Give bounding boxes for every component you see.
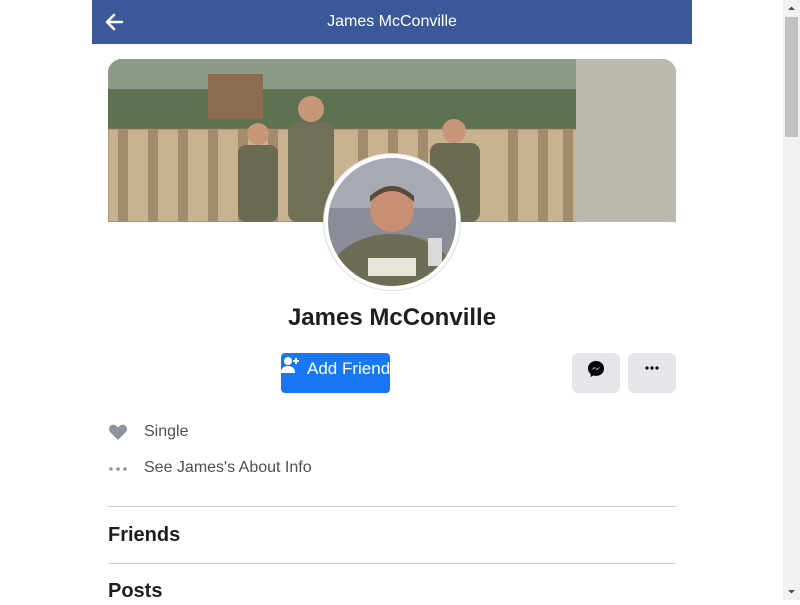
divider (108, 563, 676, 564)
add-friend-button[interactable]: Add Friend (281, 353, 390, 393)
divider (108, 506, 676, 507)
more-dots-icon (108, 458, 128, 478)
posts-section-title: Posts (108, 580, 163, 602)
about-info-link[interactable]: See James's About Info (144, 459, 312, 477)
messenger-icon (588, 361, 604, 377)
more-options-icon (645, 366, 659, 370)
relationship-status-text: Single (144, 423, 189, 440)
heart-icon (108, 422, 128, 442)
add-person-icon (281, 356, 301, 374)
scroll-thumb[interactable] (785, 17, 798, 137)
top-bar: James McConville (92, 0, 692, 44)
vertical-scrollbar[interactable] (783, 0, 800, 600)
add-friend-label: Add Friend (307, 359, 391, 378)
scroll-down-arrow-icon[interactable] (783, 583, 800, 600)
message-button[interactable] (572, 353, 620, 393)
more-options-button[interactable] (628, 353, 676, 393)
profile-name: James McConville (287, 304, 497, 331)
scroll-up-arrow-icon[interactable] (783, 0, 800, 17)
page-title: James McConville (327, 13, 457, 30)
friends-section-title[interactable]: Friends (108, 523, 180, 547)
profile-avatar[interactable] (324, 154, 460, 290)
